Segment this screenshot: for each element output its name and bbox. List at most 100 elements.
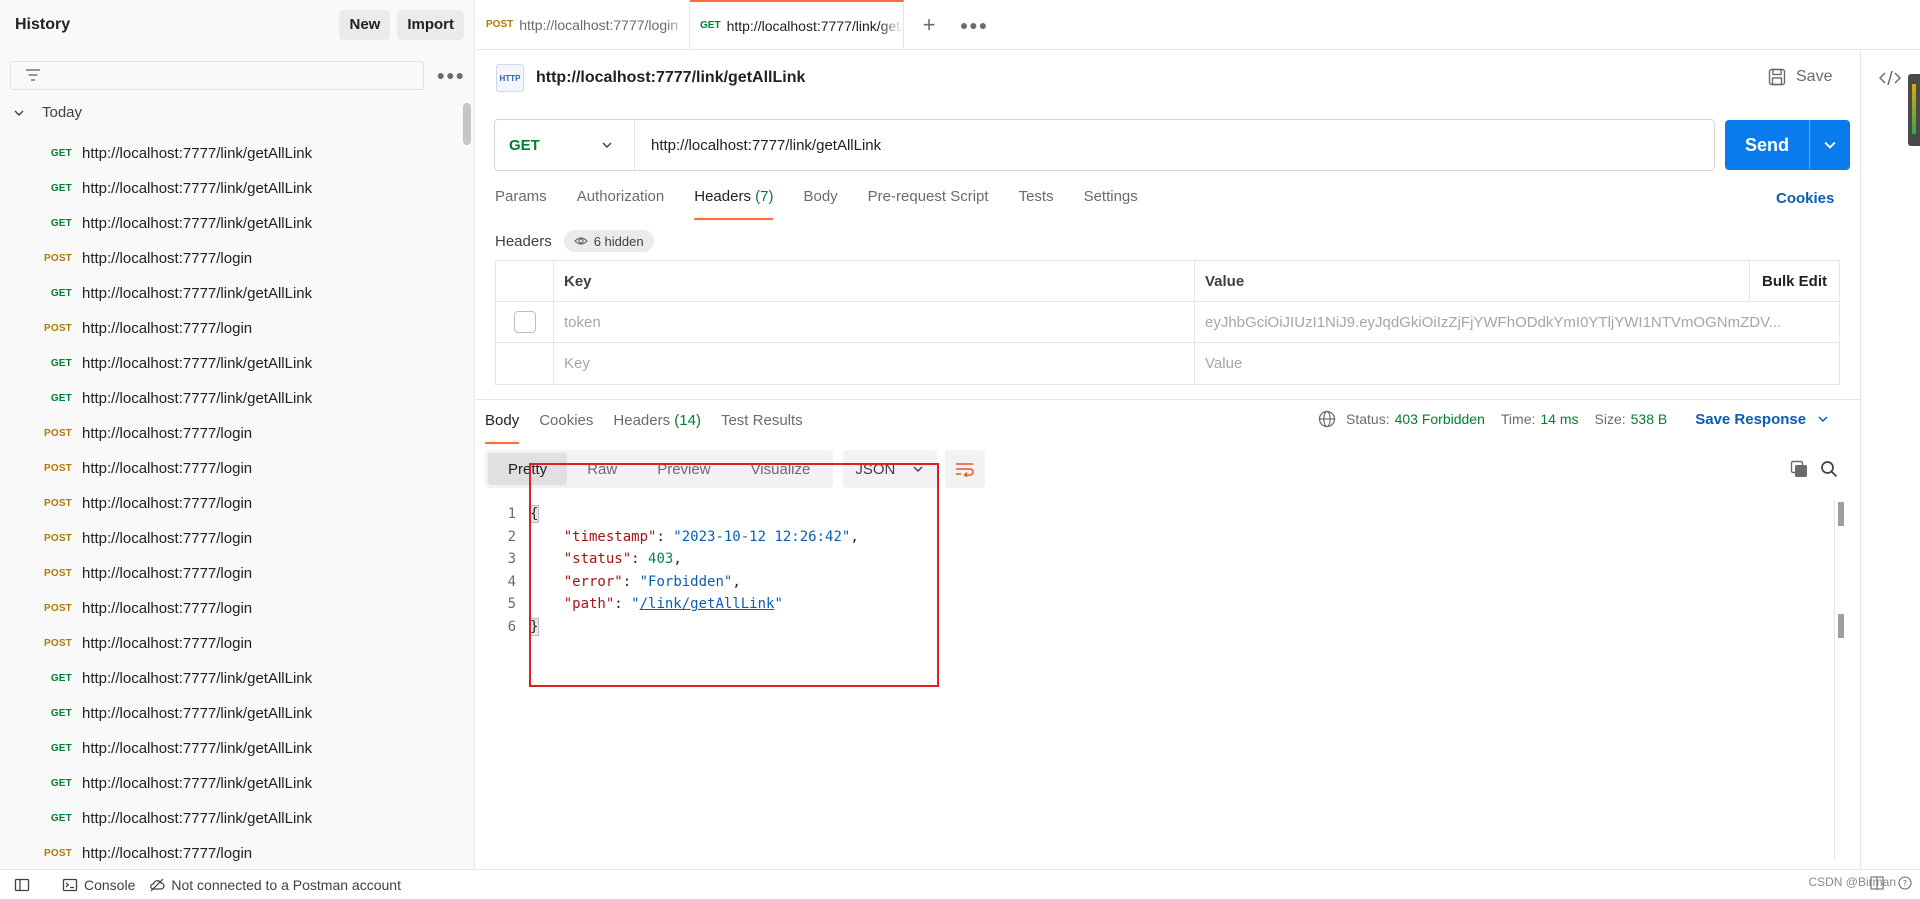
- account-status[interactable]: Not connected to a Postman account: [149, 877, 401, 893]
- history-item[interactable]: GET http://localhost:7777/link/getAllLink: [0, 696, 460, 731]
- header-row: token eyJhbGciOiJIUzI1NiJ9.eyJqdGkiOiIzZ…: [496, 302, 1839, 343]
- response-tab-body[interactable]: Body: [485, 412, 520, 444]
- import-button[interactable]: Import: [397, 9, 464, 40]
- history-item[interactable]: GET http://localhost:7777/link/getAllLink: [0, 276, 460, 311]
- help-icon[interactable]: ?: [1898, 876, 1912, 890]
- header-key-input[interactable]: token: [554, 302, 1195, 342]
- method-select[interactable]: GET: [495, 120, 635, 170]
- history-item[interactable]: POST http://localhost:7777/login: [0, 836, 460, 871]
- response-tab-headers[interactable]: Headers (14): [613, 412, 701, 444]
- history-item-method: POST: [43, 428, 72, 439]
- bulk-edit-button[interactable]: Bulk Edit: [1749, 261, 1839, 301]
- headers-table-header: Key Value Bulk Edit: [496, 261, 1839, 302]
- request-title[interactable]: http://localhost:7777/link/getAllLink: [536, 69, 805, 87]
- tab-getalllink-request[interactable]: GET http://localhost:7777/link/getAllLin…: [690, 0, 904, 49]
- history-item[interactable]: GET http://localhost:7777/link/getAllLink: [0, 206, 460, 241]
- tab-body[interactable]: Body: [803, 188, 837, 220]
- headers-label: Headers: [495, 232, 552, 250]
- tab-prerequest-script[interactable]: Pre-request Script: [868, 188, 989, 220]
- time-value[interactable]: 14 ms: [1540, 411, 1578, 427]
- chevron-down-icon: [14, 110, 24, 116]
- history-item-method: GET: [50, 148, 72, 159]
- sidebar-scrollbar[interactable]: [463, 103, 471, 145]
- wrap-lines-button[interactable]: [945, 450, 986, 488]
- send-options-button[interactable]: [1809, 120, 1850, 170]
- history-item-url: http://localhost:7777/link/getAllLink: [82, 670, 313, 687]
- size-label: Size:: [1594, 411, 1626, 427]
- header-enable-checkbox[interactable]: [513, 311, 536, 333]
- tab-params[interactable]: Params: [495, 188, 547, 220]
- history-item-url: http://localhost:7777/login: [82, 320, 253, 337]
- history-item[interactable]: GET http://localhost:7777/link/getAllLink: [0, 801, 460, 836]
- url-bar: GET http://localhost:7777/link/getAllLin…: [494, 119, 1715, 171]
- history-item-url: http://localhost:7777/login: [82, 460, 253, 477]
- time-label: Time:: [1500, 411, 1536, 427]
- history-item[interactable]: POST http://localhost:7777/login: [0, 486, 460, 521]
- history-item-url: http://localhost:7777/link/getAllLink: [82, 355, 313, 372]
- save-button[interactable]: Save: [1768, 68, 1832, 86]
- new-button[interactable]: New: [339, 9, 391, 40]
- history-item[interactable]: POST http://localhost:7777/login: [0, 626, 460, 661]
- history-item[interactable]: GET http://localhost:7777/link/getAllLink: [0, 661, 460, 696]
- code-snippet-icon[interactable]: [1879, 70, 1901, 86]
- line-number: 6: [507, 618, 516, 635]
- request-response-divider[interactable]: [476, 399, 1860, 400]
- tab-headers-count: (7): [755, 188, 774, 205]
- history-item[interactable]: POST http://localhost:7777/login: [0, 591, 460, 626]
- history-item-method: GET: [50, 288, 72, 299]
- history-item[interactable]: POST http://localhost:7777/login: [0, 416, 460, 451]
- tab-tests[interactable]: Tests: [1019, 188, 1054, 220]
- filter-icon: [26, 69, 40, 81]
- history-item-url: http://localhost:7777/login: [82, 635, 253, 652]
- code-scroll-marker[interactable]: [1838, 502, 1844, 526]
- save-response-button[interactable]: Save Response: [1695, 411, 1828, 428]
- tab-settings[interactable]: Settings: [1084, 188, 1138, 220]
- tab-url: http://localhost:7777/link/getAllLink: [726, 17, 903, 34]
- header-value-input[interactable]: eyJhbGciOiJIUzI1NiJ9.eyJqdGkiOiIzZjFjYWF…: [1195, 302, 1839, 342]
- history-item[interactable]: POST http://localhost:7777/login: [0, 521, 460, 556]
- status-footer: Console Not connected to a Postman accou…: [0, 869, 1920, 899]
- history-group-today[interactable]: Today: [14, 104, 82, 121]
- tab-authorization[interactable]: Authorization: [577, 188, 665, 220]
- history-item[interactable]: GET http://localhost:7777/link/getAllLink: [0, 731, 460, 766]
- history-filter-input[interactable]: [10, 60, 424, 90]
- history-item[interactable]: GET http://localhost:7777/link/getAllLink: [0, 136, 460, 171]
- more-options-icon[interactable]: ●●●: [437, 67, 465, 83]
- status-value[interactable]: 403 Forbidden: [1395, 411, 1485, 427]
- cookies-link[interactable]: Cookies: [1776, 190, 1834, 207]
- tab-headers[interactable]: Headers (7): [694, 188, 774, 220]
- tab-login-request[interactable]: POST http://localhost:7777/login: [476, 0, 690, 49]
- new-header-key-input[interactable]: Key: [554, 343, 1195, 384]
- layout-icon[interactable]: [1870, 876, 1884, 890]
- tab-method: POST: [486, 19, 514, 30]
- history-item[interactable]: GET http://localhost:7777/link/getAllLink: [0, 381, 460, 416]
- history-item[interactable]: POST http://localhost:7777/login: [0, 241, 460, 276]
- sidebar-header: History New Import: [0, 0, 474, 49]
- history-item[interactable]: POST http://localhost:7777/login: [0, 556, 460, 591]
- size-value[interactable]: 538 B: [1631, 411, 1668, 427]
- hidden-headers-toggle[interactable]: 6 hidden: [563, 230, 654, 252]
- response-tab-cookies[interactable]: Cookies: [539, 412, 593, 444]
- send-button[interactable]: Send: [1725, 120, 1809, 170]
- svg-text:?: ?: [1903, 879, 1907, 888]
- history-item-method: GET: [50, 673, 72, 684]
- history-item[interactable]: GET http://localhost:7777/link/getAllLink: [0, 766, 460, 801]
- copy-icon[interactable]: [1790, 460, 1808, 478]
- toggle-sidebar-button[interactable]: [14, 877, 36, 893]
- search-icon[interactable]: [1820, 460, 1838, 478]
- url-input[interactable]: http://localhost:7777/link/getAllLink: [635, 137, 881, 154]
- new-tab-icon[interactable]: +: [904, 0, 954, 49]
- status-label: Status:: [1346, 411, 1390, 427]
- new-header-value-input[interactable]: Value: [1195, 343, 1839, 384]
- response-tab-test-results[interactable]: Test Results: [721, 412, 803, 444]
- history-item[interactable]: POST http://localhost:7777/login: [0, 311, 460, 346]
- tab-more-icon[interactable]: ●●●: [954, 0, 994, 49]
- globe-icon[interactable]: [1318, 410, 1336, 428]
- history-item[interactable]: GET http://localhost:7777/link/getAllLink: [0, 171, 460, 206]
- line-number: 2: [507, 528, 516, 545]
- history-item-url: http://localhost:7777/login: [82, 425, 253, 442]
- code-scroll-marker[interactable]: [1838, 614, 1844, 638]
- console-button[interactable]: Console: [62, 877, 135, 893]
- history-item[interactable]: POST http://localhost:7777/login: [0, 451, 460, 486]
- history-item[interactable]: GET http://localhost:7777/link/getAllLink: [0, 346, 460, 381]
